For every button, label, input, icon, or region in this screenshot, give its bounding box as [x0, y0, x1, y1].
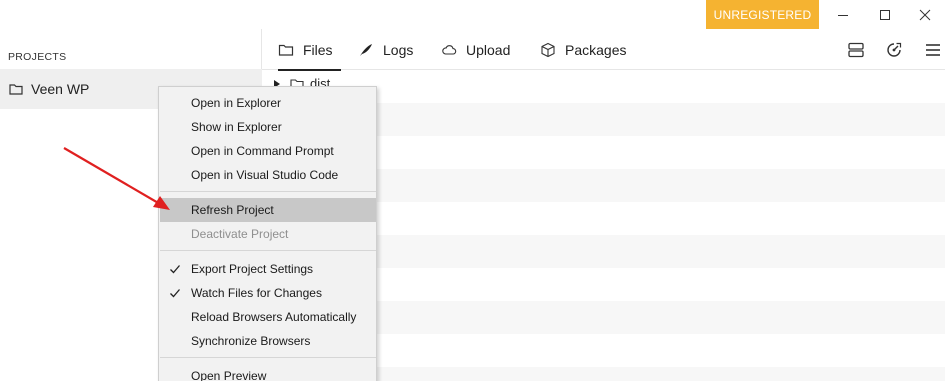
tab-files[interactable]: Files — [278, 29, 341, 71]
hamburger-icon — [926, 44, 940, 56]
menu-reload-browsers[interactable]: Reload Browsers Automatically — [160, 305, 376, 329]
maximize-button[interactable] — [865, 0, 905, 29]
tab-label: Files — [303, 41, 333, 58]
menu-separator — [160, 191, 376, 192]
menu-open-in-explorer[interactable]: Open in Explorer — [160, 91, 376, 115]
menu-item-label: Export Project Settings — [191, 262, 314, 276]
tab-label: Logs — [383, 41, 414, 58]
speedometer-icon — [887, 42, 902, 57]
speed-button[interactable] — [883, 39, 905, 61]
menu-watch-files[interactable]: Watch Files for Changes — [160, 281, 376, 305]
menu-open-in-command-prompt[interactable]: Open in Command Prompt — [160, 139, 376, 163]
checkmark-icon — [169, 263, 181, 275]
minimize-icon — [838, 14, 848, 16]
tab-upload[interactable]: Upload — [441, 29, 510, 70]
close-button[interactable] — [905, 0, 945, 29]
menu-separator — [160, 250, 376, 251]
menu-show-in-explorer[interactable]: Show in Explorer — [160, 115, 376, 139]
tab-label: Upload — [466, 41, 511, 58]
tab-logs[interactable]: Logs — [358, 29, 413, 70]
projects-section-label: PROJECTS — [8, 51, 67, 63]
tab-packages[interactable]: Packages — [540, 29, 626, 70]
project-name: Veen WP — [31, 81, 90, 97]
server-button[interactable] — [845, 39, 867, 61]
menu-button[interactable] — [922, 39, 944, 61]
menu-refresh-project[interactable]: Refresh Project — [160, 198, 376, 222]
menu-deactivate-project: Deactivate Project — [191, 227, 289, 241]
menu-separator — [160, 357, 376, 358]
checkmark-icon — [169, 287, 181, 299]
menu-open-preview[interactable]: Open Preview — [160, 364, 376, 381]
cloud-icon — [441, 42, 457, 58]
tab-label: Packages — [565, 41, 627, 58]
maximize-icon — [880, 9, 890, 20]
minimize-button[interactable] — [823, 0, 863, 29]
app-window: UNREGISTERED PROJECTS Veen WP Files Logs… — [0, 0, 945, 381]
menu-export-project-settings[interactable]: Export Project Settings — [160, 257, 376, 281]
folder-icon — [278, 42, 294, 58]
close-icon — [919, 9, 931, 20]
server-icon — [848, 42, 864, 58]
feather-icon — [358, 42, 374, 58]
menu-open-in-vscode[interactable]: Open in Visual Studio Code — [160, 163, 376, 187]
menu-item-label: Watch Files for Changes — [191, 286, 322, 300]
unregistered-button[interactable]: UNREGISTERED — [706, 0, 819, 29]
folder-icon — [9, 82, 23, 96]
tab-bar: Files Logs Upload Packages — [262, 29, 945, 71]
project-context-menu: Open in Explorer Show in Explorer Open i… — [158, 86, 377, 381]
menu-synchronize-browsers[interactable]: Synchronize Browsers — [160, 329, 376, 353]
package-icon — [540, 42, 556, 58]
